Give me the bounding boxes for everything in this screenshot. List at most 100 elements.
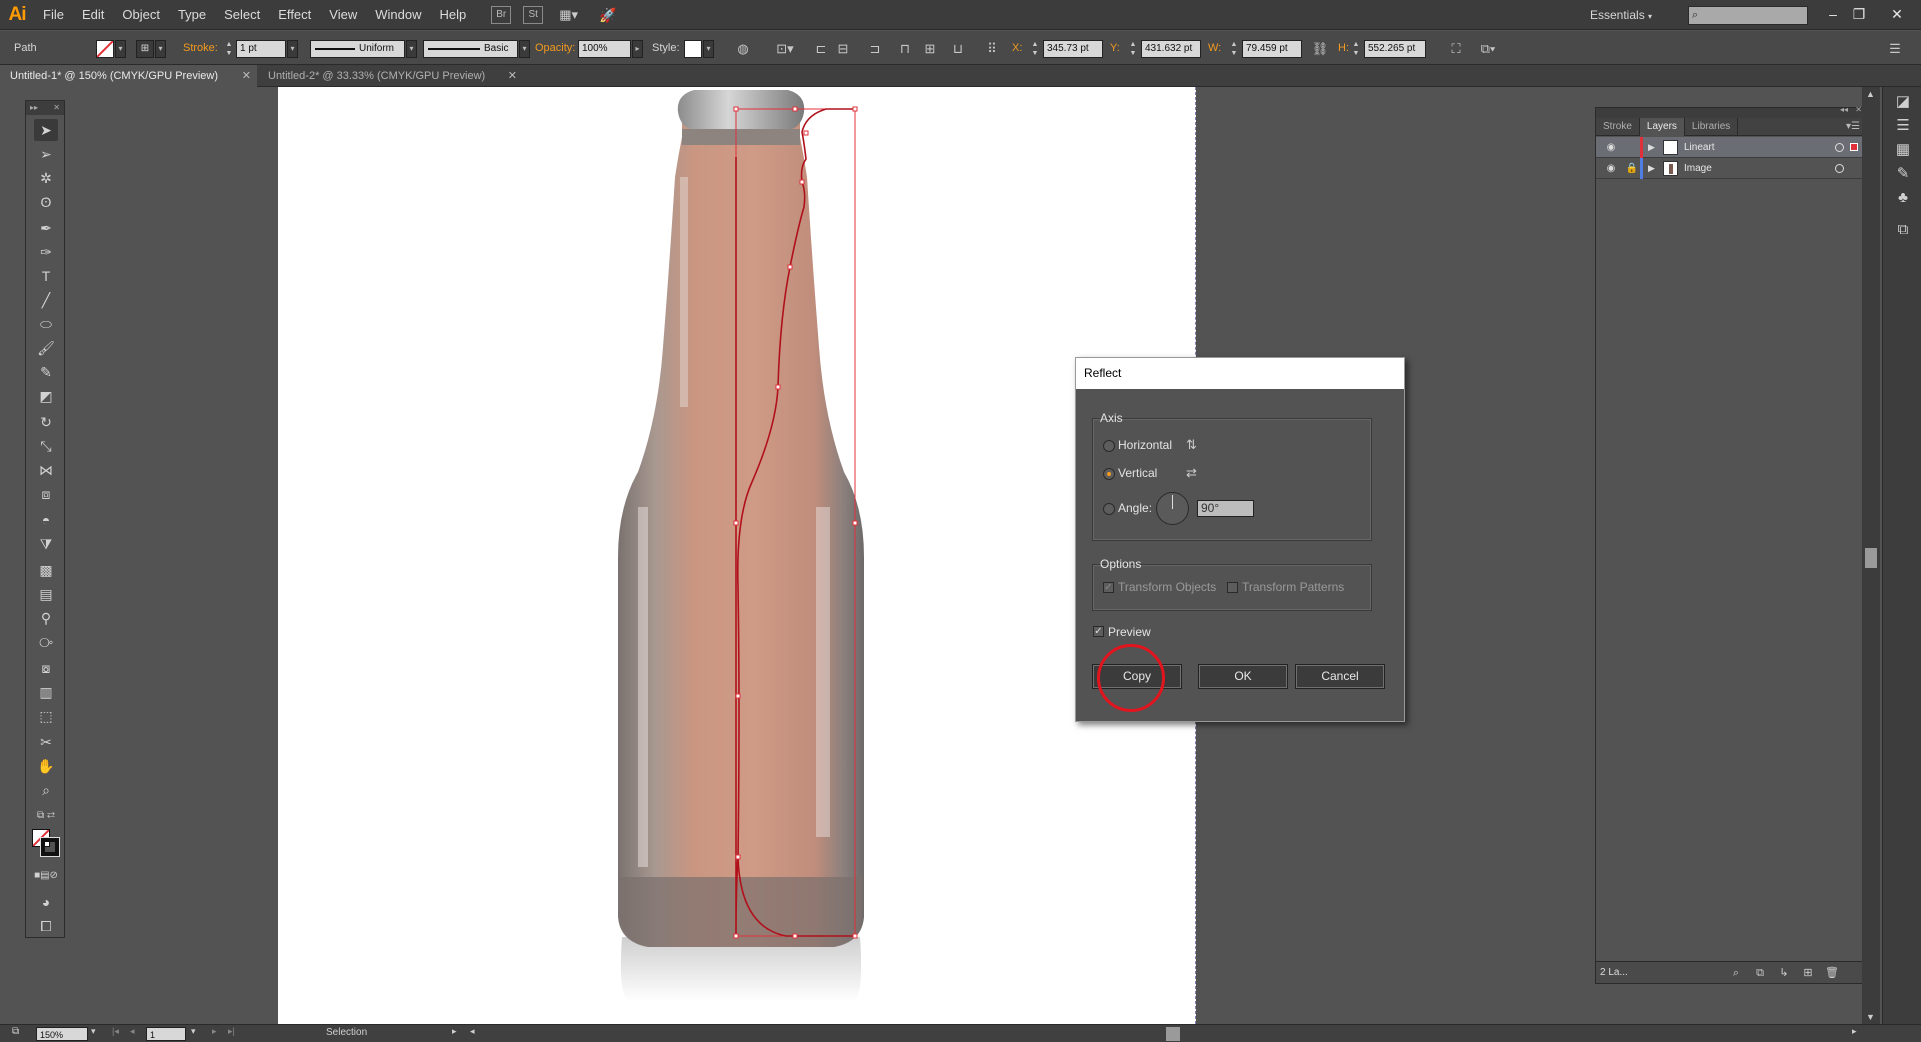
- angle-dial[interactable]: [1156, 492, 1189, 525]
- w-label[interactable]: W:: [1208, 31, 1221, 65]
- first-artboard-icon[interactable]: |◂: [112, 1026, 119, 1037]
- h-label[interactable]: H:: [1338, 31, 1349, 65]
- lock-icon[interactable]: 🔒: [1625, 158, 1639, 179]
- stroke-weight-stepper[interactable]: ▲ ▼: [224, 40, 234, 58]
- profile-dropdown[interactable]: ▾: [406, 40, 417, 58]
- eraser-tool-icon[interactable]: ◩: [34, 385, 58, 407]
- menu-select[interactable]: Select: [215, 0, 269, 30]
- anchor-point[interactable]: [787, 264, 793, 270]
- tab-untitled-1[interactable]: Untitled-1* @ 150% (CMYK/GPU Preview) ✕: [0, 65, 257, 87]
- brush-definition[interactable]: Basic: [423, 40, 518, 58]
- layer-name[interactable]: Image: [1684, 158, 1712, 179]
- artboards-panel-icon[interactable]: ⧉: [1892, 219, 1914, 241]
- tools-panel-header[interactable]: ▸▸ ✕: [26, 101, 64, 115]
- align-center-h-icon[interactable]: ⊟: [833, 39, 853, 59]
- shape-builder-tool-icon[interactable]: ◓: [34, 509, 58, 531]
- scroll-right-icon[interactable]: ▸: [1852, 1026, 1857, 1037]
- stock-icon[interactable]: St: [523, 5, 544, 24]
- type-tool-icon[interactable]: T: [34, 265, 58, 287]
- visibility-eye-icon[interactable]: ◉: [1604, 137, 1618, 158]
- anchor-point[interactable]: [803, 130, 809, 136]
- menu-edit[interactable]: Edit: [73, 0, 113, 30]
- horizontal-scroll-thumb[interactable]: [1166, 1027, 1180, 1041]
- magic-wand-tool-icon[interactable]: ✲: [34, 167, 58, 189]
- constrain-proportions-icon[interactable]: ⛓: [1310, 39, 1330, 59]
- vertical-radio[interactable]: [1103, 468, 1115, 480]
- brushes-panel-icon[interactable]: ✎: [1892, 163, 1914, 185]
- y-field[interactable]: 431.632 pt: [1141, 40, 1201, 58]
- variable-width-profile[interactable]: Uniform: [310, 40, 405, 58]
- w-field[interactable]: 79.459 pt: [1242, 40, 1302, 58]
- align-left-icon[interactable]: ⊏: [811, 39, 831, 59]
- zoom-tool-icon[interactable]: ⌕: [34, 779, 58, 801]
- opacity-field[interactable]: 100%: [578, 40, 631, 58]
- tab-layers[interactable]: Layers: [1639, 118, 1685, 136]
- close-app-button[interactable]: ✕: [1886, 4, 1908, 24]
- help-search-input[interactable]: ⌕: [1688, 6, 1808, 25]
- screen-mode-icon[interactable]: ⧠: [34, 915, 58, 937]
- stroke-swatch-icon[interactable]: [40, 837, 60, 857]
- tab-untitled-2[interactable]: Untitled-2* @ 33.33% (CMYK/GPU Preview) …: [258, 65, 523, 87]
- opacity-label[interactable]: Opacity:: [535, 31, 575, 65]
- horizontal-radio[interactable]: [1103, 440, 1115, 452]
- brush-dropdown[interactable]: ▾: [519, 40, 530, 58]
- prev-artboard-icon[interactable]: ◂: [130, 1026, 135, 1037]
- layer-target-icon[interactable]: [1835, 164, 1844, 173]
- y-stepper[interactable]: ▲ ▼: [1128, 40, 1138, 58]
- last-artboard-icon[interactable]: ▸|: [228, 1026, 235, 1037]
- h-field[interactable]: 552.265 pt: [1364, 40, 1426, 58]
- slice-tool-icon[interactable]: ✂: [34, 731, 58, 753]
- hand-tool-icon[interactable]: ✋: [34, 755, 58, 777]
- eyedropper-tool-icon[interactable]: ⚲: [34, 607, 58, 629]
- blend-tool-icon[interactable]: ⧂: [34, 631, 58, 653]
- symbols-panel-icon[interactable]: ♣: [1892, 187, 1914, 209]
- shaper-tool-icon[interactable]: ✎: [34, 361, 58, 383]
- expand-triangle-icon[interactable]: ▶: [1648, 158, 1658, 179]
- stroke-swatch-dropdown[interactable]: ▾: [155, 40, 166, 58]
- x-label[interactable]: X:: [1012, 31, 1022, 65]
- transform-objects-checkbox[interactable]: ✓: [1103, 582, 1114, 593]
- stroke-swatch[interactable]: ⊞: [136, 40, 154, 58]
- anchor-point[interactable]: [792, 933, 798, 939]
- direct-selection-tool-icon[interactable]: ➢: [34, 143, 58, 165]
- expand-icon[interactable]: ▸▸: [30, 101, 38, 115]
- tab-libraries[interactable]: Libraries: [1685, 118, 1739, 136]
- artboard-navigator-icon[interactable]: ⧉: [12, 1026, 19, 1037]
- rotate-tool-icon[interactable]: ↻: [34, 411, 58, 433]
- menu-help[interactable]: Help: [430, 0, 475, 30]
- gradient-tool-icon[interactable]: ▤: [34, 583, 58, 605]
- anchor-point[interactable]: [852, 106, 858, 112]
- artboard[interactable]: [278, 87, 1196, 1024]
- vertical-label[interactable]: Vertical: [1118, 466, 1157, 480]
- libraries-panel-icon[interactable]: ☰: [1892, 115, 1914, 137]
- mesh-tool-icon[interactable]: ▩: [34, 559, 58, 581]
- layer-row-image[interactable]: ◉ 🔒 ▶ Image: [1596, 158, 1866, 179]
- transform-patterns-label[interactable]: Transform Patterns: [1242, 580, 1344, 594]
- anchor-point[interactable]: [775, 384, 781, 390]
- menu-view[interactable]: View: [320, 0, 366, 30]
- layer-target-icon[interactable]: [1835, 143, 1844, 152]
- visibility-eye-icon[interactable]: ◉: [1604, 158, 1618, 179]
- collapse-icon[interactable]: ◂◂: [1840, 105, 1848, 114]
- menu-window[interactable]: Window: [366, 0, 430, 30]
- h-stepper[interactable]: ▲ ▼: [1351, 40, 1361, 58]
- stroke-label[interactable]: Stroke:: [183, 31, 218, 65]
- w-stepper[interactable]: ▲ ▼: [1229, 40, 1239, 58]
- anchor-point[interactable]: [733, 520, 739, 526]
- menu-object[interactable]: Object: [113, 0, 169, 30]
- clipping-mask-icon[interactable]: ⧉: [1752, 965, 1768, 981]
- status-menu-icon[interactable]: ▸: [452, 1026, 457, 1037]
- horizontal-label[interactable]: Horizontal: [1118, 438, 1172, 452]
- close-icon[interactable]: ✕: [53, 101, 60, 115]
- scroll-left-icon[interactable]: ◂: [470, 1026, 475, 1037]
- stroke-weight-dropdown[interactable]: ▾: [287, 40, 298, 58]
- angle-label[interactable]: Angle:: [1118, 501, 1152, 515]
- new-layer-icon[interactable]: ⊞: [1800, 965, 1816, 981]
- x-field[interactable]: 345.73 pt: [1043, 40, 1103, 58]
- y-label[interactable]: Y:: [1110, 31, 1120, 65]
- anchor-point[interactable]: [799, 179, 805, 185]
- vertical-scroll-thumb[interactable]: [1865, 548, 1877, 568]
- fill-stroke-swatches[interactable]: [32, 829, 60, 857]
- anchor-point[interactable]: [792, 106, 798, 112]
- align-right-icon[interactable]: ⊐: [865, 39, 885, 59]
